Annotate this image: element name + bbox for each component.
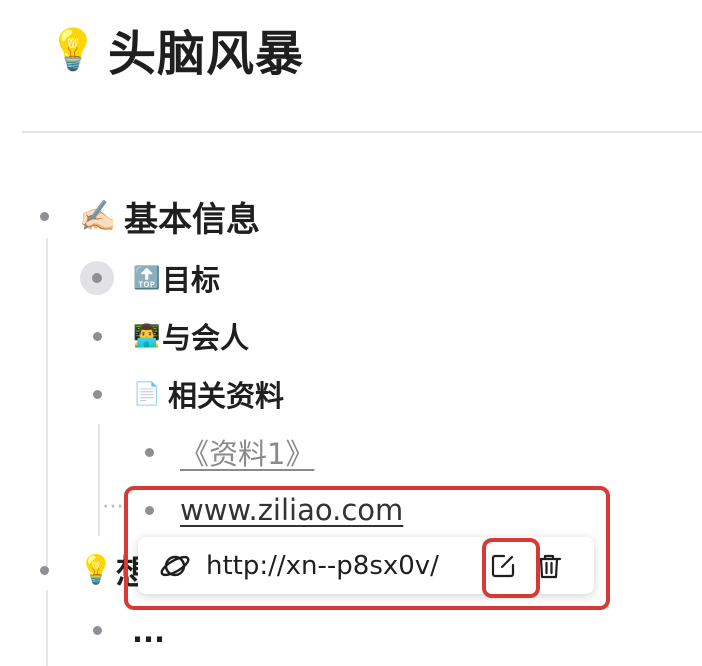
- title-divider: [22, 131, 702, 133]
- outline-item-label: 与会人: [162, 321, 250, 355]
- technologist-icon: 👨‍💻: [133, 323, 161, 349]
- bullet[interactable]: [93, 390, 102, 399]
- bullet[interactable]: [93, 626, 102, 635]
- lightbulb-icon: 💡: [48, 26, 98, 73]
- outline-item-label: ...: [132, 615, 166, 649]
- bullet[interactable]: [145, 448, 154, 457]
- top-arrow-icon: 🔝: [133, 265, 161, 291]
- collapsed-bullet[interactable]: [80, 261, 114, 295]
- outline-item-label: 相关资料: [168, 379, 285, 413]
- annotation-highlight-edit-button: [482, 538, 540, 598]
- lightbulb-icon: 💡: [78, 552, 114, 586]
- outline-item-label: 基本信息: [124, 199, 260, 240]
- outline-item-label: 目标: [162, 263, 221, 297]
- page-icon: 📄: [133, 381, 161, 407]
- drag-handle-dots[interactable]: ⋯: [102, 494, 125, 519]
- outline-item-basic-info[interactable]: ✍🏻 基本信息: [76, 193, 260, 240]
- writing-hand-icon: ✍🏻: [79, 198, 117, 234]
- indent-guide-basic-info: [46, 238, 48, 568]
- outline-item-ellipsis[interactable]: ...: [132, 612, 165, 652]
- outline-item-goal[interactable]: 🔝 目标: [132, 258, 220, 298]
- bullet[interactable]: [40, 212, 49, 221]
- indent-guide-ideas: [46, 590, 48, 666]
- bullet-dot: [92, 273, 102, 283]
- bullet[interactable]: [40, 566, 49, 575]
- page-title-row: 💡 头脑风暴: [48, 16, 304, 82]
- indent-guide-materials: [98, 424, 100, 536]
- bullet[interactable]: [93, 332, 102, 341]
- outline-item-materials[interactable]: 📄 相关资料: [132, 374, 284, 414]
- material-link-1[interactable]: 《资料1》: [180, 431, 314, 473]
- outline-item-material-1[interactable]: 《资料1》: [180, 432, 314, 472]
- page-title[interactable]: 头脑风暴: [108, 14, 304, 84]
- outline-item-attendees[interactable]: 👨‍💻 与会人: [132, 316, 249, 356]
